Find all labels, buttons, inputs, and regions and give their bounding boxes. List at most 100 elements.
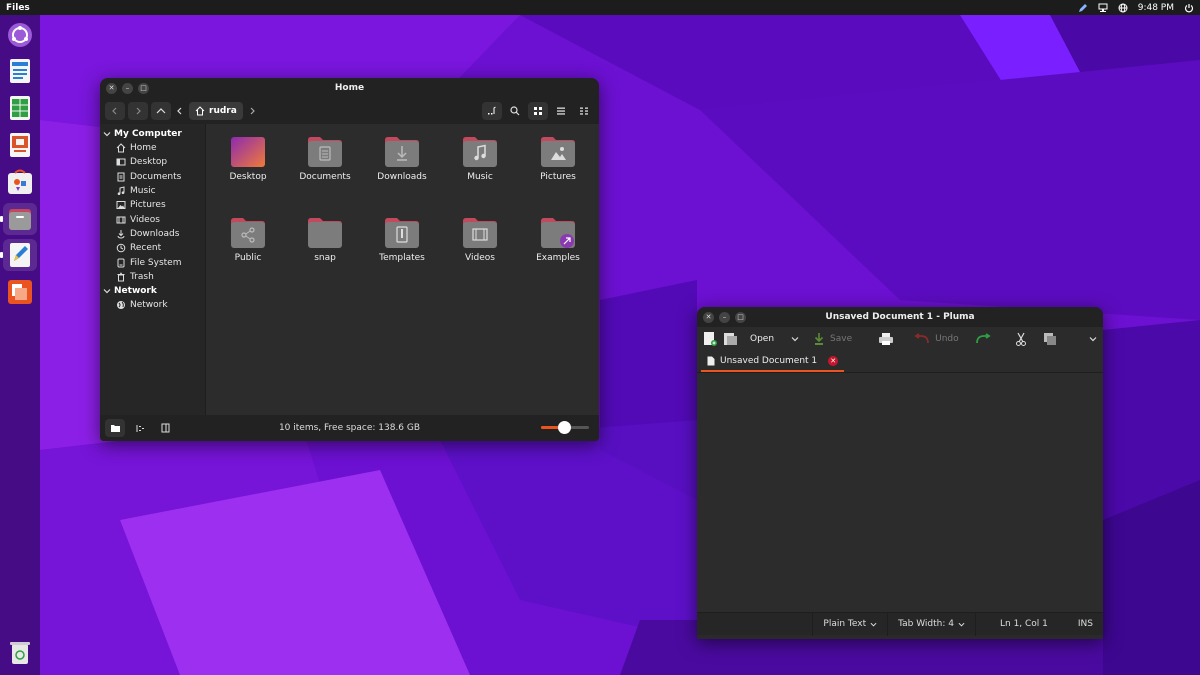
- file-item-snap[interactable]: snap: [294, 217, 356, 263]
- sidebar-item-videos[interactable]: Videos: [100, 212, 205, 226]
- sidebar-item-home[interactable]: Home: [100, 141, 205, 155]
- pluma-titlebar[interactable]: ✕ – □ Unsaved Document 1 - Pluma: [697, 307, 1103, 327]
- file-item-downloads[interactable]: Downloads: [371, 136, 433, 182]
- ubuntu-software-logo-icon[interactable]: [7, 22, 33, 48]
- chevron-down-icon[interactable]: [791, 335, 799, 343]
- file-item-label: Videos: [465, 253, 495, 263]
- pluma-icon[interactable]: [3, 239, 37, 271]
- new-document-button[interactable]: [703, 331, 717, 347]
- path-scroll-right-button[interactable]: [246, 102, 258, 120]
- sidebar-item-pictures[interactable]: Pictures: [100, 198, 205, 212]
- files-toolbar: rudra: [100, 98, 599, 124]
- trash-icon[interactable]: [7, 640, 33, 666]
- sidebar-item-network[interactable]: Network: [100, 298, 205, 312]
- ubuntu-help-icon[interactable]: [7, 279, 33, 305]
- chevron-left-icon: [177, 107, 182, 115]
- pictures-folder-icon: [541, 137, 575, 167]
- public-folder-icon: [231, 218, 265, 248]
- maximize-button[interactable]: □: [735, 311, 746, 323]
- files-icon[interactable]: [3, 203, 37, 235]
- insert-mode-label: INS: [1077, 619, 1093, 629]
- file-item-public[interactable]: Public: [217, 217, 279, 263]
- sidebar-item-music[interactable]: Music: [100, 184, 205, 198]
- sidebar-header-network[interactable]: Network: [100, 284, 205, 298]
- network-icon[interactable]: [1098, 3, 1108, 13]
- sidebar-item-documents[interactable]: Documents: [100, 170, 205, 184]
- cut-button[interactable]: [1015, 332, 1027, 346]
- tree-icon: [136, 424, 144, 432]
- tab-unsaved-document-1[interactable]: Unsaved Document 1 ✕: [701, 352, 845, 372]
- sidebar-item-downloads[interactable]: Downloads: [100, 227, 205, 241]
- active-app-name[interactable]: Files: [6, 3, 1078, 13]
- chevron-right-icon: [250, 107, 255, 115]
- file-item-examples[interactable]: Examples: [527, 217, 589, 263]
- file-item-music[interactable]: Music: [449, 136, 511, 182]
- minimize-button[interactable]: –: [719, 311, 730, 323]
- up-button[interactable]: [151, 102, 171, 120]
- icon-view-button[interactable]: [528, 102, 548, 120]
- chevron-down-icon: [1089, 337, 1097, 342]
- edit-location-icon: [488, 106, 496, 115]
- save-button[interactable]: Save: [813, 332, 852, 346]
- show-places-button[interactable]: [105, 419, 125, 437]
- maximize-button[interactable]: □: [138, 82, 149, 94]
- show-tree-button[interactable]: [130, 419, 150, 437]
- pen-icon[interactable]: [1078, 3, 1088, 13]
- language-selector[interactable]: Plain Text: [812, 612, 887, 636]
- copy-button[interactable]: [1043, 332, 1057, 346]
- toolbar-overflow-button[interactable]: [1089, 335, 1097, 343]
- system-tray: 9:48 PM: [1078, 3, 1194, 13]
- appcenter-icon[interactable]: [7, 169, 33, 195]
- zoom-slider-handle[interactable]: [558, 421, 572, 434]
- print-button[interactable]: [878, 332, 894, 346]
- text-editor-area[interactable]: [697, 373, 1103, 612]
- chevron-left-icon: [112, 107, 117, 115]
- file-item-label: snap: [314, 253, 336, 263]
- close-button[interactable]: ✕: [703, 311, 714, 323]
- location-toggle-button[interactable]: [482, 102, 502, 120]
- zoom-slider[interactable]: [541, 421, 589, 434]
- clock[interactable]: 9:48 PM: [1138, 3, 1174, 13]
- path-button-home[interactable]: rudra: [189, 102, 243, 120]
- sidebar-item-desktop[interactable]: Desktop: [100, 155, 205, 169]
- file-item-label: Pictures: [540, 172, 576, 182]
- file-item-desktop[interactable]: Desktop: [217, 136, 279, 182]
- file-item-videos[interactable]: Videos: [449, 217, 511, 263]
- writer-icon[interactable]: [7, 58, 33, 84]
- sidebar-item-trash[interactable]: Trash: [100, 270, 205, 284]
- search-button[interactable]: [505, 102, 525, 120]
- chevron-down-icon: [958, 622, 965, 627]
- path-scroll-left-button[interactable]: [174, 102, 186, 120]
- file-item-pictures[interactable]: Pictures: [527, 136, 589, 182]
- calc-icon[interactable]: [7, 95, 33, 121]
- compact-view-button[interactable]: [574, 102, 594, 120]
- files-titlebar[interactable]: ✕ – □ Home: [100, 78, 599, 98]
- list-view-button[interactable]: [551, 102, 571, 120]
- scissors-icon: [1015, 332, 1026, 346]
- close-button[interactable]: ✕: [106, 82, 117, 94]
- home-icon: [195, 106, 205, 116]
- templates-folder-icon: [385, 218, 419, 248]
- sidebar-item-file-system[interactable]: File System: [100, 255, 205, 269]
- impress-icon[interactable]: [7, 132, 33, 158]
- sidebar-header-label: Network: [114, 285, 157, 296]
- files-sidebar: My Computer Home Desktop Documents Music…: [100, 124, 206, 415]
- forward-button[interactable]: [128, 102, 148, 120]
- dock: [0, 15, 40, 675]
- undo-button[interactable]: Undo: [914, 333, 959, 345]
- file-item-documents[interactable]: Documents: [294, 136, 356, 182]
- minimize-button[interactable]: –: [122, 82, 133, 94]
- redo-button[interactable]: [975, 333, 991, 345]
- file-item-templates[interactable]: Templates: [371, 217, 433, 263]
- music-icon: [117, 186, 125, 196]
- back-button[interactable]: [105, 102, 125, 120]
- toggle-sidebar-button[interactable]: [155, 419, 175, 437]
- globe-icon[interactable]: [1118, 3, 1128, 13]
- close-tab-button[interactable]: ✕: [828, 356, 839, 366]
- recent-icon: [116, 243, 126, 253]
- sidebar-header-my-computer[interactable]: My Computer: [100, 127, 205, 141]
- sidebar-item-recent[interactable]: Recent: [100, 241, 205, 255]
- open-button[interactable]: Open: [723, 332, 799, 346]
- power-icon[interactable]: [1184, 3, 1194, 13]
- tab-width-selector[interactable]: Tab Width: 4: [887, 612, 975, 636]
